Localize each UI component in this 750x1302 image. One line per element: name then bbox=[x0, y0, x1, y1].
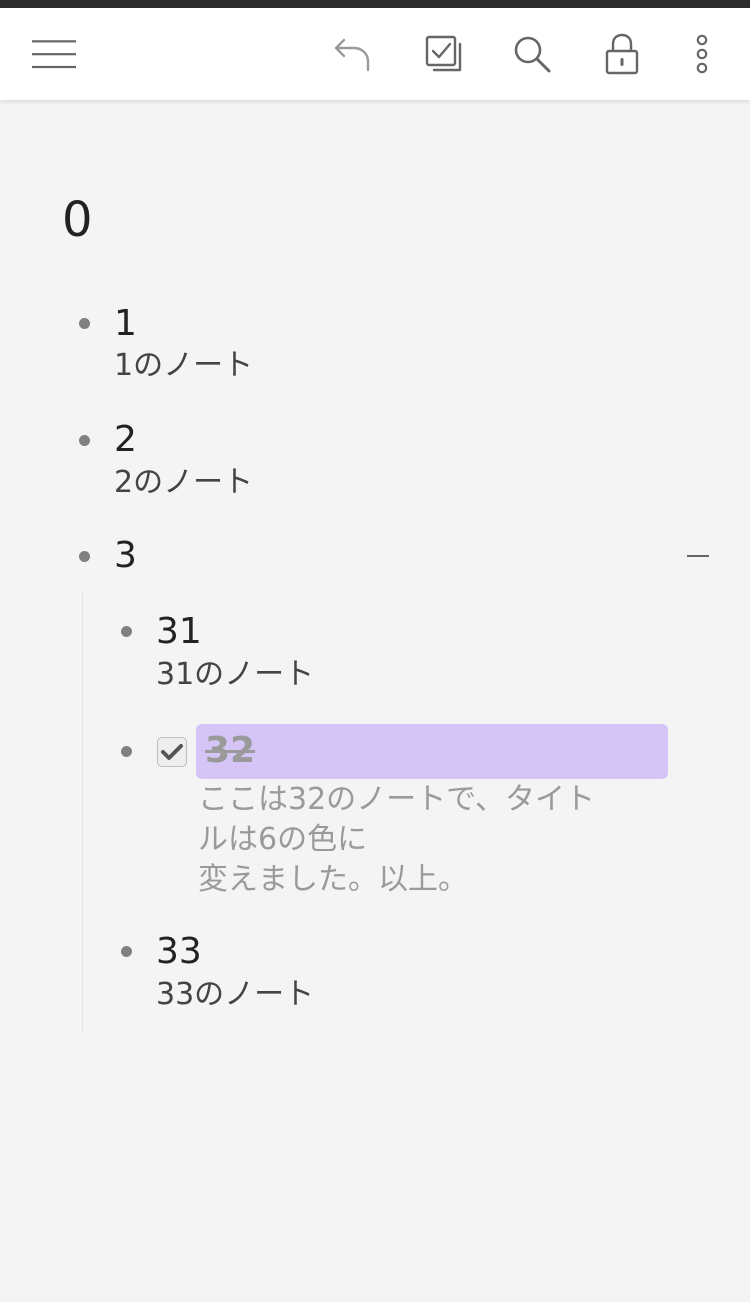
undo-button[interactable] bbox=[330, 32, 374, 76]
page-title[interactable]: 0 bbox=[62, 188, 93, 252]
bullet-dot[interactable] bbox=[79, 318, 90, 329]
lock-button[interactable] bbox=[600, 32, 644, 76]
note-line: ここは32のノートで、タイト bbox=[198, 782, 595, 817]
item-note[interactable]: 1のノート bbox=[114, 346, 253, 386]
item-title[interactable]: 33 bbox=[156, 930, 202, 974]
minus-icon bbox=[687, 555, 709, 557]
item-note[interactable]: 31のノート bbox=[156, 655, 314, 695]
children-guide-line bbox=[82, 592, 83, 1032]
item-title[interactable]: 2 bbox=[114, 418, 137, 462]
item-note[interactable]: ここは32のノートで、タイト ルは6の色に 変えました。以上。 bbox=[198, 780, 668, 900]
top-toolbar bbox=[0, 8, 750, 100]
bullet-dot[interactable] bbox=[79, 551, 90, 562]
item-title[interactable]: 1 bbox=[114, 302, 137, 346]
checklist-icon bbox=[425, 35, 462, 72]
completed-checkbox[interactable] bbox=[157, 737, 187, 767]
menu-button[interactable] bbox=[32, 32, 76, 76]
checklist-button[interactable] bbox=[422, 32, 466, 76]
note-line: ルは6の色に bbox=[198, 822, 368, 857]
item-title[interactable]: 31 bbox=[156, 610, 202, 654]
title-highlight bbox=[196, 724, 668, 779]
item-title[interactable]: 32 bbox=[205, 729, 255, 773]
item-note[interactable]: 33のノート bbox=[156, 975, 314, 1015]
lock-icon bbox=[605, 33, 639, 75]
undo-icon bbox=[334, 38, 370, 72]
check-icon bbox=[161, 744, 183, 760]
status-bar bbox=[0, 0, 750, 8]
bullet-dot[interactable] bbox=[121, 746, 132, 757]
search-icon bbox=[514, 36, 551, 73]
outline-page: 0 1 1のノート 2 2のノート 3 31 31のノート 32 ここは32のノ… bbox=[0, 100, 750, 1302]
menu-icon bbox=[32, 40, 76, 69]
collapse-button[interactable] bbox=[680, 538, 716, 574]
more-options-button[interactable] bbox=[680, 32, 724, 76]
item-title[interactable]: 3 bbox=[114, 534, 137, 578]
bullet-dot[interactable] bbox=[121, 626, 132, 637]
bullet-dot[interactable] bbox=[121, 946, 132, 957]
note-line: 変えました。以上。 bbox=[198, 862, 468, 897]
bullet-dot[interactable] bbox=[79, 435, 90, 446]
item-note[interactable]: 2のノート bbox=[114, 463, 253, 503]
more-vertical-icon bbox=[696, 34, 708, 74]
search-button[interactable] bbox=[510, 32, 554, 76]
